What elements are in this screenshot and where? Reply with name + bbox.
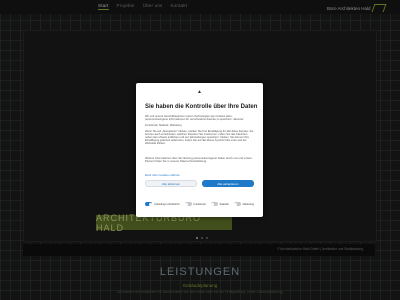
cookie-info-link[interactable]: Mehr über Cookies erfahren — [145, 173, 180, 177]
toggle-label: Funktional — [193, 202, 206, 206]
toggle-switch[interactable] — [145, 202, 152, 206]
toggle-label: Statistik — [219, 202, 229, 206]
toggle-switch[interactable] — [210, 202, 218, 206]
toggle-statistics[interactable]: Statistik — [210, 202, 229, 206]
consent-title: Sie haben die Kontrolle über Ihre Daten — [145, 104, 258, 110]
consent-intro: Wir und unsere Geschäftspartner nutzen T… — [145, 115, 245, 122]
toggle-functional[interactable]: Funktional — [184, 202, 206, 206]
cookie-consent-dialog: ▲ Sie haben die Kontrolle über Ihre Date… — [136, 83, 263, 217]
toggle-necessary[interactable]: Unbedingt erforderlich — [145, 202, 180, 206]
reject-all-button[interactable]: Alle ablehnen — [145, 180, 197, 187]
accept-all-button[interactable]: Alle akzeptieren — [202, 180, 254, 187]
toggle-switch[interactable] — [233, 202, 241, 206]
consent-body: Wenn Sie auf „Akzeptieren“ klicken, erte… — [145, 130, 254, 146]
toggle-label: Marketing — [242, 202, 254, 206]
toggle-label: Unbedingt erforderlich — [154, 202, 180, 206]
toggle-switch[interactable] — [184, 202, 192, 206]
consent-logo-icon: ▲ — [197, 89, 202, 95]
consent-purposes: Funktional, Statistik, Marketing — [145, 124, 182, 127]
toggle-marketing[interactable]: Marketing — [233, 202, 254, 206]
consent-more-info: Weitere Informationen über die Nutzung p… — [145, 157, 252, 164]
consent-toggles: Unbedingt erforderlich Funktional Statis… — [145, 202, 254, 206]
